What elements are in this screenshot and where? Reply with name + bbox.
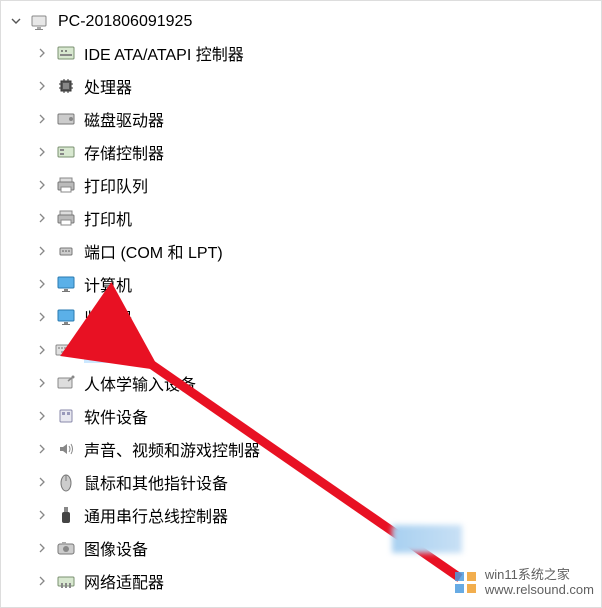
hid-icon [54,371,78,395]
tree-item-ide[interactable]: IDE ATA/ATAPI 控制器 [6,36,602,69]
tree-item-usb[interactable]: 通用串行总线控制器 [6,498,602,531]
network-icon [54,569,78,593]
ide-icon [54,41,78,65]
tree-item-monitor[interactable]: 监视器 [6,300,602,333]
tree-item-label: 端口 (COM 和 LPT) [84,239,223,263]
tree-item-label: 鼠标和其他指针设备 [84,470,228,494]
chevron-right-icon[interactable] [34,474,50,490]
tree-item-label: 软件设备 [84,404,148,428]
disk-icon [54,107,78,131]
monitor-icon [54,272,78,296]
tree-item-printer[interactable]: 打印机 [6,201,602,234]
tree-item-mouse[interactable]: 鼠标和其他指针设备 [6,465,602,498]
tree-item-label: 存储控制器 [84,140,164,164]
chevron-right-icon[interactable] [34,78,50,94]
monitor-icon [54,305,78,329]
tree-item-disk[interactable]: 磁盘驱动器 [6,102,602,135]
tree-item-label: 打印机 [84,206,132,230]
chevron-right-icon[interactable] [34,177,50,193]
usb-icon [54,503,78,527]
tree-item-label: 处理器 [84,74,132,98]
chevron-right-icon[interactable] [34,573,50,589]
cpu-icon [54,74,78,98]
tree-item-label: IDE ATA/ATAPI 控制器 [84,41,244,65]
tree-item-label: 监视器 [84,305,132,329]
chevron-right-icon[interactable] [34,111,50,127]
tree-item-imaging[interactable]: 图像设备 [6,531,602,564]
chevron-right-icon[interactable] [34,540,50,556]
chevron-right-icon[interactable] [34,276,50,292]
tree-item-storage[interactable]: 存储控制器 [6,135,602,168]
tree-item-audio[interactable]: 声音、视频和游戏控制器 [6,432,602,465]
tree-root-label: PC-201806091925 [58,13,192,31]
port-icon [54,239,78,263]
watermark-title: win11系统之家 [485,568,594,583]
chevron-right-icon[interactable] [34,144,50,160]
tree-item-label: 磁盘驱动器 [84,107,164,131]
tree-item-label: 键盘 [84,337,122,363]
chevron-right-icon[interactable] [34,342,50,358]
printer-icon [54,173,78,197]
tree-item-label: 图像设备 [84,536,148,560]
watermark: win11系统之家 www.relsound.com [453,568,594,598]
tree-item-printq[interactable]: 打印队列 [6,168,602,201]
blurred-region [392,525,462,553]
tree-item-label: 通用串行总线控制器 [84,503,228,527]
chevron-right-icon[interactable] [34,507,50,523]
tree-item-label: 打印队列 [84,173,148,197]
watermark-url: www.relsound.com [485,583,594,598]
camera-icon [54,536,78,560]
computer-root-icon [28,10,52,34]
audio-icon [54,437,78,461]
chevron-right-icon[interactable] [34,375,50,391]
tree-item-label: 人体学输入设备 [84,371,196,395]
tree-item-softdev[interactable]: 软件设备 [6,399,602,432]
tree-item-hid[interactable]: 人体学输入设备 [6,366,602,399]
storage-icon [54,140,78,164]
chevron-right-icon[interactable] [34,408,50,424]
chevron-right-icon[interactable] [34,441,50,457]
software-icon [54,404,78,428]
chevron-right-icon[interactable] [34,309,50,325]
tree-item-label: 声音、视频和游戏控制器 [84,437,260,461]
keyboard-icon [54,338,78,362]
tree-item-keyboard[interactable]: 键盘 [6,333,602,366]
tree-item-cpu[interactable]: 处理器 [6,69,602,102]
tree-root-row[interactable]: PC-201806091925 [6,8,602,36]
tree-item-ports[interactable]: 端口 (COM 和 LPT) [6,234,602,267]
chevron-down-icon[interactable] [8,14,24,30]
chevron-right-icon[interactable] [34,243,50,259]
tree-item-label: 计算机 [84,272,132,296]
tree-item-label: 网络适配器 [84,569,164,593]
watermark-logo-icon [453,570,479,596]
chevron-right-icon[interactable] [34,210,50,226]
chevron-right-icon[interactable] [34,45,50,61]
printer-icon [54,206,78,230]
tree-item-computer[interactable]: 计算机 [6,267,602,300]
mouse-icon [54,470,78,494]
